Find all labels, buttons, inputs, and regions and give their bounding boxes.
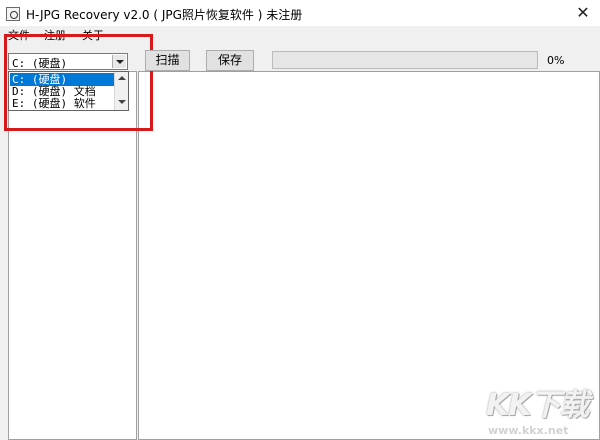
- close-button[interactable]: ✕: [570, 2, 596, 24]
- save-button[interactable]: 保存: [206, 50, 254, 71]
- watermark-url: www.kkx.net: [488, 424, 569, 437]
- dropdown-scrollbar[interactable]: [114, 72, 128, 110]
- drive-dropdown-list[interactable]: C: (硬盘) D: (硬盘) 文档 E: (硬盘) 软件: [8, 71, 129, 111]
- scroll-down-icon[interactable]: [118, 100, 126, 104]
- menu-register[interactable]: 注册: [44, 27, 66, 43]
- drive-select-value: C: (硬盘): [12, 57, 68, 70]
- scroll-up-icon[interactable]: [118, 76, 126, 80]
- watermark-logo: KK下载 www.kkx.net: [486, 380, 596, 438]
- drive-select[interactable]: C: (硬盘): [8, 53, 128, 70]
- menu-file[interactable]: 文件: [8, 27, 30, 43]
- progress-bar: [272, 51, 538, 69]
- title-bar: H-JPG Recovery v2.0 ( JPG照片恢复软件 ) 未注册 ✕: [0, 0, 600, 28]
- window-title: H-JPG Recovery v2.0 ( JPG照片恢复软件 ) 未注册: [26, 8, 303, 22]
- progress-percent: 0%: [547, 54, 565, 67]
- scan-button[interactable]: 扫描: [145, 50, 190, 71]
- drive-option-e[interactable]: E: (硬盘) 软件: [10, 97, 117, 110]
- file-tree-panel[interactable]: [8, 71, 137, 440]
- menu-about[interactable]: 关于: [82, 27, 104, 43]
- menu-bar: 文件 注册 关于: [0, 26, 600, 44]
- watermark-text: KK下载: [486, 388, 589, 423]
- app-icon: [6, 7, 20, 21]
- chevron-down-icon[interactable]: [112, 55, 126, 68]
